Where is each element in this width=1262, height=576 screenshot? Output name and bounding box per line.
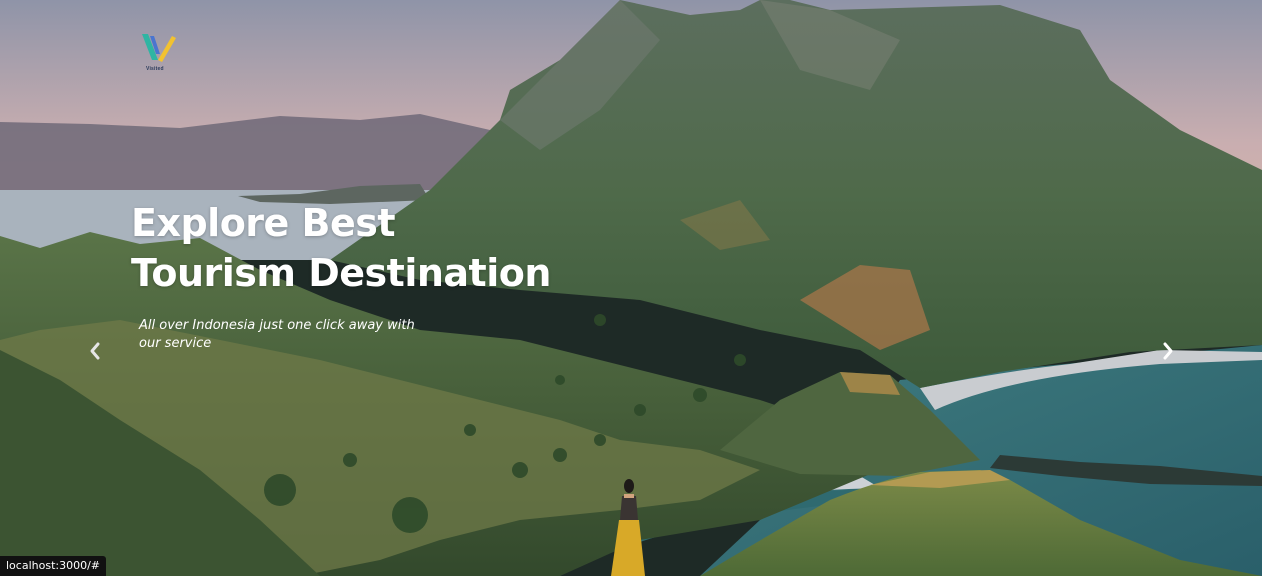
browser-status-url: localhost:3000/# — [0, 556, 106, 576]
hero-headline: Explore Best Tourism Destination — [131, 198, 551, 298]
headline-line-1: Explore Best — [131, 201, 396, 245]
logo-wordmark: Visited — [146, 66, 164, 72]
headline-line-2: Tourism Destination — [131, 251, 551, 295]
chevron-left-icon — [90, 342, 100, 360]
chevron-right-icon — [1163, 342, 1173, 360]
hero-subtitle: All over Indonesia just one click away w… — [139, 318, 415, 351]
hero-banner: Visited Explore Best Tourism Destination… — [0, 0, 1262, 576]
carousel-prev-button[interactable] — [83, 338, 107, 364]
carousel-next-button[interactable] — [1156, 338, 1180, 364]
